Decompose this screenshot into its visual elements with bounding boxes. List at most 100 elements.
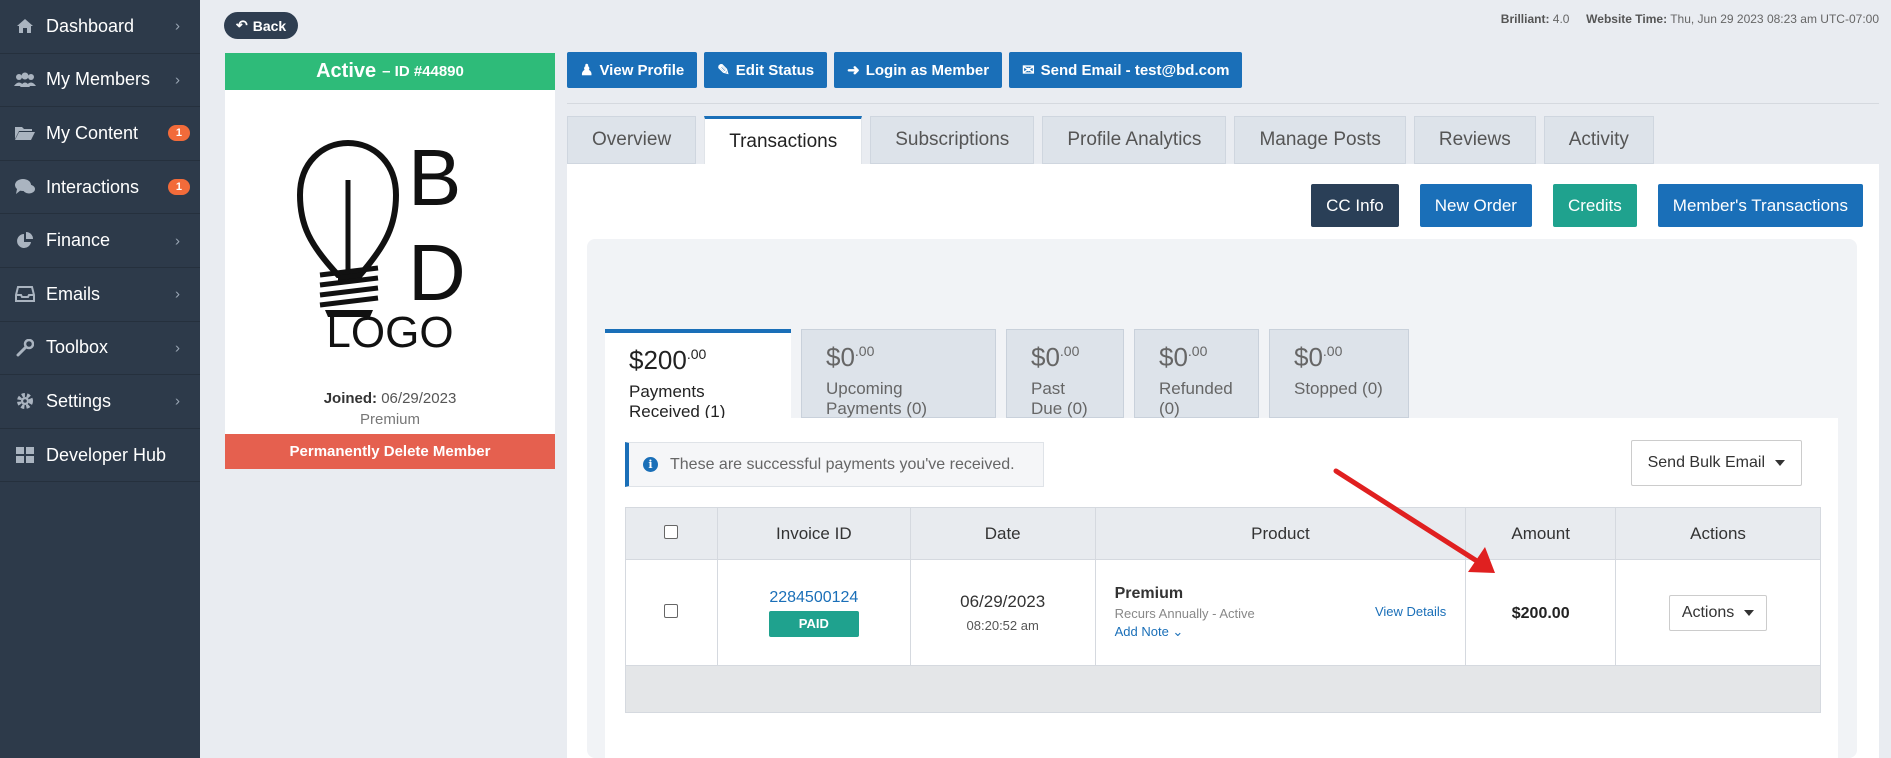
lightbulb-icon	[296, 139, 400, 317]
sidebar-item-developer-hub[interactable]: Developer Hub	[0, 429, 200, 483]
pie-chart-icon	[14, 231, 36, 251]
profile-tabs: Overview Transactions Subscriptions Prof…	[567, 116, 1654, 165]
payment-date: 06/29/2023	[960, 592, 1046, 611]
pencil-icon: ✎	[717, 62, 730, 79]
notification-badge: 1	[167, 179, 190, 196]
sidebar-item-label: My Members	[46, 69, 151, 90]
sidebar-item-emails[interactable]: Emails ›	[0, 268, 200, 322]
row-select-cell	[625, 559, 718, 666]
tab-stopped[interactable]: $0.00 Stopped (0)	[1269, 329, 1409, 418]
new-order-button[interactable]: New Order	[1419, 184, 1532, 227]
tab-overview[interactable]: Overview	[567, 116, 697, 164]
joined-date: 06/29/2023	[381, 390, 457, 407]
envelope-icon: ✉	[1022, 62, 1035, 79]
chevron-right-icon: ›	[175, 285, 180, 303]
sidebar-item-settings[interactable]: Settings ›	[0, 375, 200, 429]
row-checkbox[interactable]	[664, 603, 679, 618]
status-badge: PAID	[768, 610, 859, 637]
sidebar-item-finance[interactable]: Finance ›	[0, 214, 200, 268]
column-header: Invoice ID	[716, 507, 911, 560]
home-icon	[14, 16, 36, 36]
sidebar-item-interactions[interactable]: Interactions 1	[0, 161, 200, 215]
comments-icon	[14, 177, 36, 197]
chevron-right-icon: ›	[175, 339, 180, 357]
row-actions-dropdown[interactable]: Actions	[1668, 594, 1768, 631]
add-note-link[interactable]: Add Note ⌄	[1115, 624, 1466, 640]
summary-amount: $200.00	[629, 345, 707, 375]
chevron-right-icon: ›	[175, 17, 180, 35]
summary-label: Upcoming Payments (0)	[826, 379, 928, 418]
inbox-icon	[14, 284, 36, 304]
delete-member-button[interactable]: Permanently Delete Member	[225, 434, 555, 469]
sidebar-item-label: Finance	[46, 230, 111, 251]
view-details-link[interactable]: View Details	[1375, 604, 1446, 619]
annotation-arrow	[1333, 468, 1495, 573]
tab-upcoming-payments[interactable]: $0.00 Upcoming Payments (0)	[801, 329, 996, 418]
folder-icon	[14, 123, 36, 143]
member-logo: B D LOGO	[225, 90, 555, 390]
member-card: Active – ID #44890 B D LOGO Joined: 06/2…	[225, 53, 555, 469]
send-bulk-email-dropdown[interactable]: Send Bulk Email	[1630, 440, 1802, 486]
send-email-label: Send Email - test@bd.com	[1040, 61, 1230, 79]
sign-in-icon: ➜	[847, 62, 860, 79]
summary-amount: $0.00	[1294, 342, 1343, 372]
back-button[interactable]: ↶ Back	[224, 12, 299, 39]
transactions-container: $200.00 Payments Received (1) $0.00 Upco…	[587, 239, 1857, 758]
table-footer-row	[625, 665, 1821, 713]
table-row: 2284500124 PAID 06/29/2023 08:20:52 am P…	[625, 559, 1821, 666]
tab-profile-analytics[interactable]: Profile Analytics	[1042, 116, 1227, 164]
payments-content: i These are successful payments you've r…	[605, 418, 1838, 758]
select-all-header	[625, 507, 718, 560]
sidebar-item-toolbox[interactable]: Toolbox ›	[0, 322, 200, 376]
tab-activity[interactable]: Activity	[1543, 116, 1654, 164]
select-all-checkbox[interactable]	[664, 524, 679, 539]
tab-refunded[interactable]: $0.00 Refunded (0)	[1134, 329, 1259, 418]
column-header: Actions	[1615, 507, 1821, 560]
actions-label: Actions	[1681, 603, 1735, 621]
tab-subscriptions[interactable]: Subscriptions	[870, 116, 1035, 164]
edit-status-button[interactable]: ✎ Edit Status	[704, 52, 828, 88]
reply-arrow-icon: ↶	[236, 17, 248, 33]
invoice-link[interactable]: 2284500124	[718, 589, 910, 607]
credits-button[interactable]: Credits	[1552, 184, 1637, 227]
chevron-right-icon: ›	[175, 392, 180, 410]
tab-past-due[interactable]: $0.00 Past Due (0)	[1006, 329, 1124, 418]
info-alert: i These are successful payments you've r…	[625, 442, 1044, 487]
login-as-member-button[interactable]: ➜ Login as Member	[834, 52, 1003, 88]
sidebar-item-my-content[interactable]: My Content 1	[0, 107, 200, 161]
brilliant-value: 4.0	[1552, 12, 1570, 26]
tab-transactions[interactable]: Transactions	[704, 116, 863, 165]
cc-info-button[interactable]: CC Info	[1311, 184, 1399, 227]
summary-label: Payments Received (1)	[629, 382, 726, 421]
tab-manage-posts[interactable]: Manage Posts	[1234, 116, 1406, 164]
view-profile-button[interactable]: ♟ View Profile	[567, 52, 698, 88]
status-header: Active – ID #44890	[225, 53, 555, 90]
chevron-right-icon: ›	[175, 232, 180, 250]
sidebar-item-label: Dashboard	[46, 15, 135, 36]
tab-payments-received[interactable]: $200.00 Payments Received (1)	[605, 329, 791, 421]
sidebar-item-label: My Content	[46, 122, 139, 143]
sidebar-item-label: Settings	[46, 390, 112, 411]
sidebar-item-my-members[interactable]: My Members ›	[0, 54, 200, 108]
summary-label: Refunded (0)	[1159, 379, 1233, 418]
back-label: Back	[252, 17, 287, 34]
member-action-bar: ♟ View Profile ✎ Edit Status ➜ Login as …	[567, 52, 1243, 88]
table-header-row: Invoice ID Date Product Amount Actions	[625, 507, 1821, 560]
sidebar-item-dashboard[interactable]: Dashboard ›	[0, 0, 200, 54]
membership-level: Premium	[359, 411, 420, 428]
gear-icon	[14, 391, 36, 411]
members-transactions-button[interactable]: Member's Transactions	[1657, 184, 1863, 227]
summary-label: Stopped (0)	[1294, 379, 1383, 398]
website-time-label: Website Time:	[1586, 12, 1668, 26]
tab-reviews[interactable]: Reviews	[1413, 116, 1536, 164]
caret-down-icon	[1775, 460, 1785, 466]
brilliant-label: Brilliant:	[1500, 12, 1550, 26]
grid-icon	[14, 445, 36, 465]
login-as-member-label: Login as Member	[865, 61, 990, 79]
send-email-button[interactable]: ✉ Send Email - test@bd.com	[1009, 52, 1243, 88]
panel-button-group: CC Info New Order Credits Member's Trans…	[1311, 184, 1863, 227]
date-cell: 06/29/2023 08:20:52 am	[909, 559, 1096, 666]
summary-label: Past Due (0)	[1031, 379, 1088, 418]
transactions-panel: CC Info New Order Credits Member's Trans…	[567, 164, 1879, 758]
logo-letter-d: D	[408, 228, 466, 317]
